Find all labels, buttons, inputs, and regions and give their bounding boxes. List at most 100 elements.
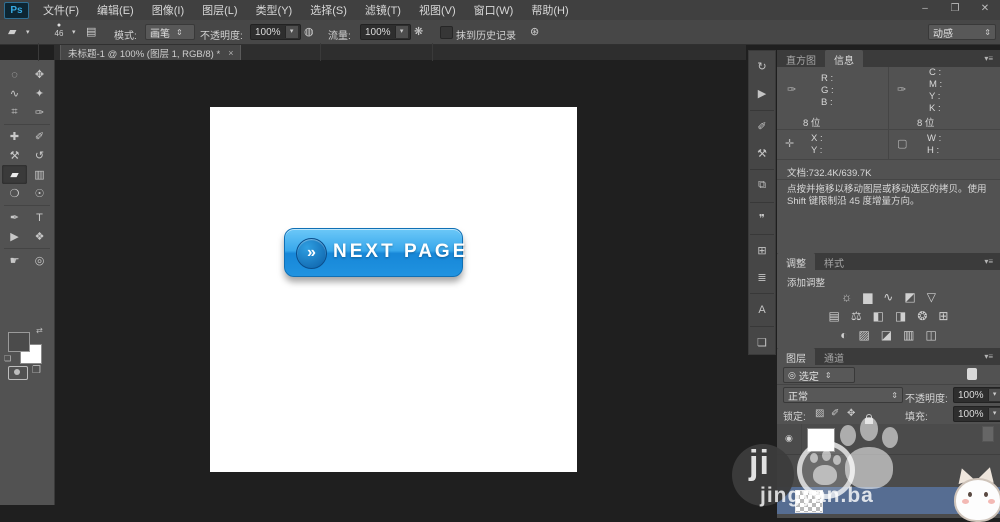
- menu-select[interactable]: 选择(S): [301, 2, 356, 18]
- clone-stamp-tool[interactable]: ⚒: [2, 146, 27, 165]
- gradient-tool[interactable]: ▥: [27, 165, 52, 184]
- blend-mode-dropdown[interactable]: 正常 ⇕: [783, 387, 903, 403]
- menu-window[interactable]: 窗口(W): [465, 2, 523, 18]
- layer-thumbnail-transparent[interactable]: [795, 490, 823, 513]
- menu-help[interactable]: 帮助(H): [522, 2, 577, 18]
- adjustment-color-balance-icon[interactable]: ⚖: [851, 309, 862, 323]
- eraser-preset-icon[interactable]: ▰: [8, 25, 16, 38]
- paragraph-panel-icon[interactable]: ≣: [750, 266, 774, 289]
- hand-tool[interactable]: ☛: [2, 251, 27, 270]
- flow-field[interactable]: 100% ▾: [360, 24, 411, 40]
- lasso-tool[interactable]: ∿: [2, 84, 27, 103]
- custom-shape-tool[interactable]: ❖: [27, 227, 52, 246]
- adjustment-selective-color-icon[interactable]: ◫: [925, 328, 936, 342]
- swap-colors-icon[interactable]: ⇄: [36, 326, 43, 335]
- menu-image[interactable]: 图像(I): [143, 2, 193, 18]
- layer-filter-dropdown[interactable]: ◎ 选定 ⇕: [783, 367, 855, 383]
- spot-healing-brush-tool[interactable]: ✚: [2, 127, 27, 146]
- brush-picker-caret-icon[interactable]: ▾: [72, 28, 76, 36]
- crop-tool[interactable]: ⌗: [2, 103, 27, 122]
- workspace-switcher[interactable]: 动感 ⇕: [928, 24, 996, 40]
- eraser-tool[interactable]: ▰: [2, 165, 27, 184]
- pen-tool[interactable]: ✒: [2, 208, 27, 227]
- eyedropper-tool[interactable]: ✑: [27, 103, 52, 122]
- type-tool[interactable]: T: [27, 208, 52, 227]
- tool-presets-panel-icon[interactable]: ⚒: [750, 142, 774, 165]
- layer-row[interactable]: ◉: [777, 424, 1000, 455]
- history-panel-icon[interactable]: ↻: [750, 55, 774, 78]
- adjustment-curves-icon[interactable]: ∿: [883, 290, 893, 304]
- history-brush-tool[interactable]: ↺: [27, 146, 52, 165]
- adjustment-threshold-icon[interactable]: ◪: [881, 328, 892, 342]
- character-panel-icon[interactable]: ⊞: [750, 239, 774, 262]
- document-tab-close-icon[interactable]: ×: [228, 48, 233, 58]
- tab-channels[interactable]: 通道: [815, 348, 853, 365]
- canvas-document[interactable]: » NEXT PAGE: [210, 107, 577, 472]
- tab-info[interactable]: 信息: [825, 50, 863, 67]
- tablet-pressure-size-icon[interactable]: ⊛: [530, 25, 539, 38]
- airbrush-icon[interactable]: ❋: [414, 25, 423, 38]
- menu-filter[interactable]: 滤镜(T): [356, 2, 410, 18]
- magic-wand-tool[interactable]: ✦: [27, 84, 52, 103]
- tool-preset-caret-icon[interactable]: ▾: [26, 28, 30, 36]
- notes-panel-icon[interactable]: ❞: [750, 206, 774, 229]
- lock-image-pixels-icon[interactable]: ✐: [831, 408, 839, 419]
- layers-opacity-field[interactable]: 100% ▾: [953, 387, 1000, 403]
- adjustment-gradient-map-icon[interactable]: ▥: [903, 328, 914, 342]
- tab-layers[interactable]: 图层: [777, 348, 815, 365]
- visibility-eye-icon[interactable]: ◉: [785, 433, 793, 444]
- move-tool[interactable]: ✥: [27, 65, 52, 84]
- panel-menu-icon[interactable]: ▾≡: [984, 253, 1000, 270]
- actions-panel-icon[interactable]: ▶: [750, 82, 774, 105]
- opacity-field[interactable]: 100% ▾: [250, 24, 301, 40]
- erase-to-history-checkbox[interactable]: [440, 26, 453, 39]
- adjustment-channel-mixer-icon[interactable]: ❂: [917, 309, 927, 323]
- layer-thumbnail[interactable]: [807, 428, 835, 452]
- dodge-tool[interactable]: ☉: [27, 184, 52, 203]
- menu-view[interactable]: 视图(V): [410, 2, 465, 18]
- toggle-brush-panel-icon[interactable]: ▤: [86, 25, 96, 38]
- menu-layer[interactable]: 图层(L): [193, 2, 246, 18]
- lock-position-icon[interactable]: ✥: [847, 408, 855, 419]
- restore-button[interactable]: ❐: [942, 2, 968, 16]
- layer-comps-panel-icon[interactable]: ⧉: [750, 174, 774, 197]
- default-colors-icon[interactable]: ❏: [4, 354, 11, 363]
- adjustment-posterize-icon[interactable]: ▨: [858, 328, 869, 342]
- lock-transparent-pixels-icon[interactable]: ▨: [815, 408, 824, 419]
- character-styles-panel-icon[interactable]: A: [750, 298, 774, 321]
- blur-tool[interactable]: ❍: [2, 184, 27, 203]
- menu-type[interactable]: 类型(Y): [247, 2, 302, 18]
- adjustment-photo-filter-icon[interactable]: ◨: [895, 309, 906, 323]
- zoom-tool[interactable]: ◎: [27, 251, 52, 270]
- adjustment-invert-icon[interactable]: ◐: [840, 328, 847, 342]
- close-button[interactable]: ✕: [972, 2, 998, 16]
- elliptical-marquee-tool[interactable]: ◌: [2, 65, 27, 84]
- screen-mode-button[interactable]: ❐: [32, 365, 41, 376]
- adjustment-exposure-icon[interactable]: ◩: [904, 290, 915, 304]
- adjustment-hue-saturation-icon[interactable]: ▤: [829, 309, 840, 323]
- adjustment-color-lookup-icon[interactable]: ⊞: [938, 309, 948, 323]
- brush-preset-picker[interactable]: ● 46: [46, 22, 72, 41]
- brush-tool[interactable]: ✐: [27, 127, 52, 146]
- adjustment-brightness-contrast-icon[interactable]: ☼: [841, 290, 852, 304]
- tab-adjustments[interactable]: 调整: [777, 253, 815, 270]
- foreground-color-swatch[interactable]: [8, 332, 30, 352]
- clone-source-panel-icon[interactable]: ❏: [750, 331, 774, 354]
- path-selection-tool[interactable]: ▶: [2, 227, 27, 246]
- tab-histogram[interactable]: 直方图: [777, 50, 825, 67]
- tablet-pressure-opacity-icon[interactable]: ◍: [304, 25, 314, 38]
- mode-dropdown[interactable]: 画笔 ⇕: [145, 24, 195, 40]
- minimize-button[interactable]: –: [912, 2, 938, 16]
- adjustment-black-white-icon[interactable]: ◧: [873, 309, 884, 323]
- layer-filter-toggle[interactable]: [967, 368, 977, 380]
- adjustment-levels-icon[interactable]: ▆: [863, 290, 872, 304]
- tab-styles[interactable]: 样式: [815, 253, 853, 270]
- menu-edit[interactable]: 编辑(E): [88, 2, 143, 18]
- brush-presets-panel-icon[interactable]: ✐: [750, 115, 774, 138]
- quick-mask-button[interactable]: [8, 366, 28, 380]
- scrollbar-thumb[interactable]: [982, 426, 994, 442]
- panel-menu-icon[interactable]: ▾≡: [984, 50, 1000, 67]
- menu-file[interactable]: 文件(F): [34, 2, 88, 18]
- adjustment-vibrance-icon[interactable]: ▽: [927, 290, 936, 304]
- fill-field[interactable]: 100% ▾: [953, 406, 1000, 422]
